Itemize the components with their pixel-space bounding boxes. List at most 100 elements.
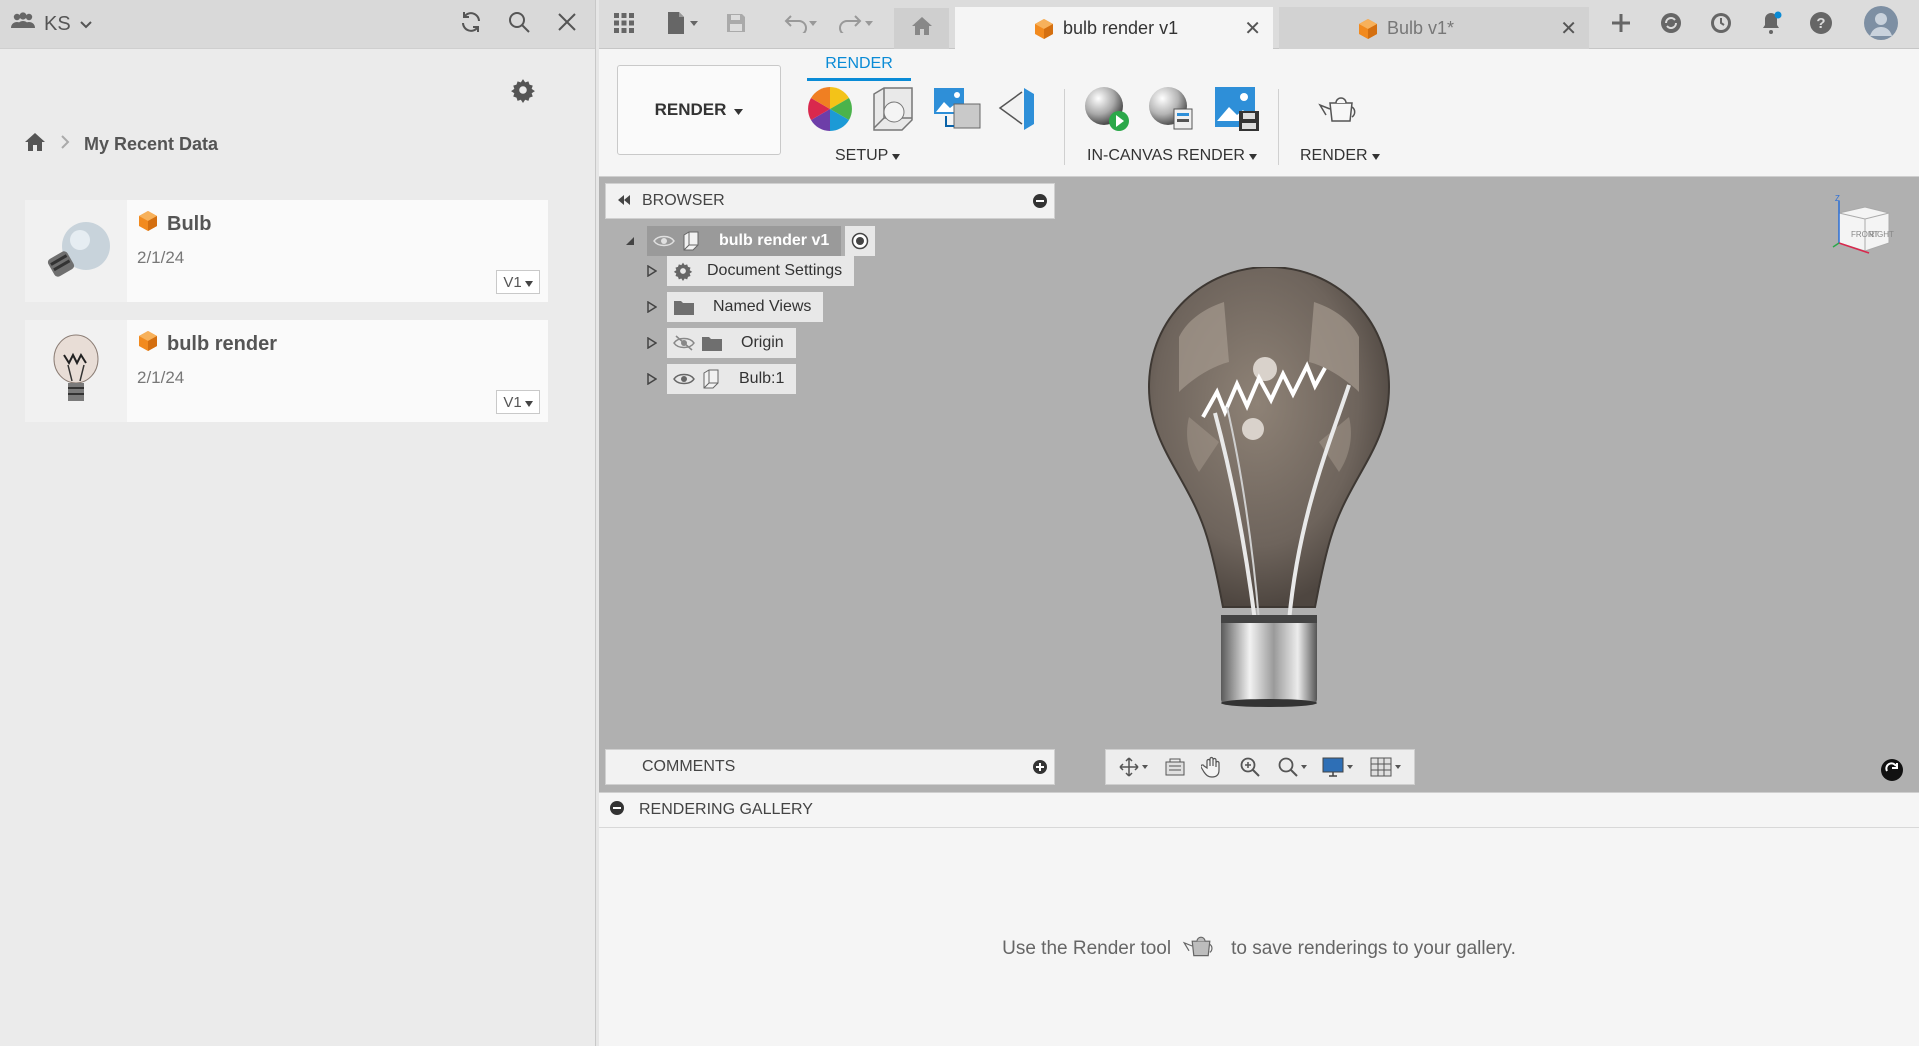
- help-button[interactable]: ?: [1805, 7, 1837, 43]
- workspace-label: RENDER: [654, 100, 727, 119]
- home-tab[interactable]: [894, 8, 949, 49]
- browser-title: BROWSER: [642, 192, 725, 209]
- folder-icon: [701, 334, 723, 352]
- tree-node[interactable]: Bulb:1: [667, 364, 797, 394]
- collapse-triangle-icon[interactable]: [619, 236, 641, 246]
- zoom-button[interactable]: [1239, 756, 1261, 778]
- breadcrumb-current[interactable]: My Recent Data: [84, 134, 218, 155]
- file-menu-button[interactable]: [661, 7, 705, 43]
- collapse-gallery-icon[interactable]: [609, 800, 625, 821]
- tree-label: Bulb:1: [739, 370, 785, 387]
- tree-node[interactable]: Document Settings: [667, 256, 855, 286]
- collapse-browser-button[interactable]: [606, 192, 642, 210]
- team-name: KS: [44, 12, 71, 35]
- undo-button[interactable]: [779, 7, 823, 43]
- team-icon: [10, 12, 36, 36]
- file-name[interactable]: bulb render: [167, 333, 277, 356]
- user-avatar[interactable]: [1861, 5, 1901, 45]
- gear-icon: [673, 261, 693, 281]
- app-window: KS My Recent Data Bulb 2/1/24 V1 bulb re…: [0, 0, 1919, 1046]
- home-icon[interactable]: [24, 132, 46, 157]
- job-status-button[interactable]: [1705, 7, 1737, 43]
- activate-radio-icon[interactable]: [845, 226, 876, 256]
- canvas-viewport[interactable]: BROWSER bulb render v1 Document Settings…: [599, 177, 1919, 792]
- version-dropdown[interactable]: V1: [496, 270, 540, 294]
- divider: [1064, 89, 1065, 165]
- workspace-switcher[interactable]: RENDER: [617, 65, 781, 155]
- file-name[interactable]: Bulb: [167, 213, 211, 236]
- document-tab-active[interactable]: bulb render v1 ✕: [955, 7, 1273, 49]
- new-tab-button[interactable]: [1605, 7, 1637, 43]
- in-canvas-render-settings-tool[interactable]: [1145, 86, 1197, 136]
- file-card-bulb-render[interactable]: bulb render 2/1/24 V1: [25, 320, 548, 422]
- tab-label: bulb render v1: [1063, 17, 1179, 38]
- extensions-icon: [1659, 11, 1683, 40]
- eye-hidden-icon[interactable]: [673, 335, 695, 351]
- file-date: 2/1/24: [137, 248, 185, 267]
- plus-icon: [1611, 13, 1631, 38]
- expand-triangle-icon[interactable]: [641, 301, 663, 313]
- tree-label: Origin: [741, 334, 784, 351]
- tab-close-button[interactable]: ✕: [1560, 16, 1577, 41]
- close-icon: [557, 12, 577, 37]
- rendering-gallery-header[interactable]: RENDERING GALLERY: [599, 792, 1919, 828]
- avatar-icon: [1864, 5, 1898, 45]
- redo-button[interactable]: [835, 7, 879, 43]
- in-canvas-render-group-label[interactable]: IN-CANVAS RENDER: [1087, 147, 1257, 165]
- browser-minimize-button[interactable]: [1026, 193, 1054, 209]
- start-in-canvas-render-tool[interactable]: [1081, 86, 1133, 136]
- chevron-right-icon: [60, 134, 70, 155]
- main-workspace: bulb render v1 ✕ Bulb v1* ✕ ? RENDER REN…: [599, 0, 1919, 1046]
- view-cube[interactable]: FRONT RIGHT Z: [1829, 194, 1899, 270]
- close-panel-button[interactable]: [549, 6, 585, 42]
- search-button[interactable]: [501, 6, 537, 42]
- undo-icon: [783, 13, 819, 38]
- bulb-model[interactable]: [1119, 267, 1419, 707]
- save-button[interactable]: [721, 7, 751, 43]
- svg-text:Z: Z: [1835, 195, 1840, 203]
- tree-node[interactable]: Origin: [667, 328, 796, 358]
- tree-root-node[interactable]: bulb render v1: [647, 226, 842, 256]
- tab-render[interactable]: RENDER: [807, 55, 911, 81]
- tree-root-row: bulb render v1: [619, 226, 876, 256]
- capture-image-tool[interactable]: [1211, 86, 1263, 136]
- refresh-button[interactable]: [453, 6, 489, 42]
- dropdown-arrow-icon: [1248, 147, 1257, 165]
- folder-icon: [673, 298, 695, 316]
- grid-icon: [613, 12, 635, 39]
- tree-item-bulb: Bulb:1: [641, 364, 797, 394]
- orbit-button[interactable]: [1118, 756, 1148, 778]
- document-tab-inactive[interactable]: Bulb v1* ✕: [1279, 7, 1589, 49]
- eye-icon[interactable]: [673, 372, 695, 386]
- add-comment-button[interactable]: [1026, 759, 1054, 775]
- pan-button[interactable]: [1201, 756, 1223, 778]
- zoom-window-button[interactable]: [1277, 756, 1307, 778]
- sync-status-button[interactable]: [1881, 759, 1903, 781]
- appearance-tool[interactable]: [804, 86, 856, 136]
- team-switcher[interactable]: KS: [10, 12, 93, 36]
- search-icon: [507, 10, 531, 39]
- decal-tool[interactable]: [931, 86, 983, 136]
- display-settings-button[interactable]: [1322, 756, 1354, 778]
- file-card-bulb[interactable]: Bulb 2/1/24 V1: [25, 200, 548, 302]
- expand-triangle-icon[interactable]: [641, 373, 663, 385]
- tab-close-button[interactable]: ✕: [1244, 16, 1261, 41]
- render-group-menu[interactable]: RENDER: [1300, 147, 1380, 165]
- look-at-button[interactable]: [1164, 757, 1186, 777]
- group-label: IN-CANVAS RENDER: [1087, 147, 1245, 164]
- settings-button[interactable]: [505, 74, 541, 110]
- expand-triangle-icon[interactable]: [641, 265, 663, 277]
- version-dropdown[interactable]: V1: [496, 390, 540, 414]
- setup-group-menu[interactable]: SETUP: [835, 147, 901, 165]
- data-panel-toggle[interactable]: [609, 7, 639, 43]
- tree-node[interactable]: Named Views: [667, 292, 824, 322]
- navigation-bar: [1105, 749, 1415, 785]
- scene-settings-tool[interactable]: [867, 86, 919, 136]
- eye-icon[interactable]: [653, 234, 675, 248]
- extensions-button[interactable]: [1655, 7, 1687, 43]
- expand-triangle-icon[interactable]: [641, 337, 663, 349]
- texture-map-tool[interactable]: [991, 86, 1043, 136]
- render-tool[interactable]: [1315, 86, 1367, 136]
- grid-settings-button[interactable]: [1370, 756, 1402, 778]
- notifications-button[interactable]: [1755, 7, 1787, 43]
